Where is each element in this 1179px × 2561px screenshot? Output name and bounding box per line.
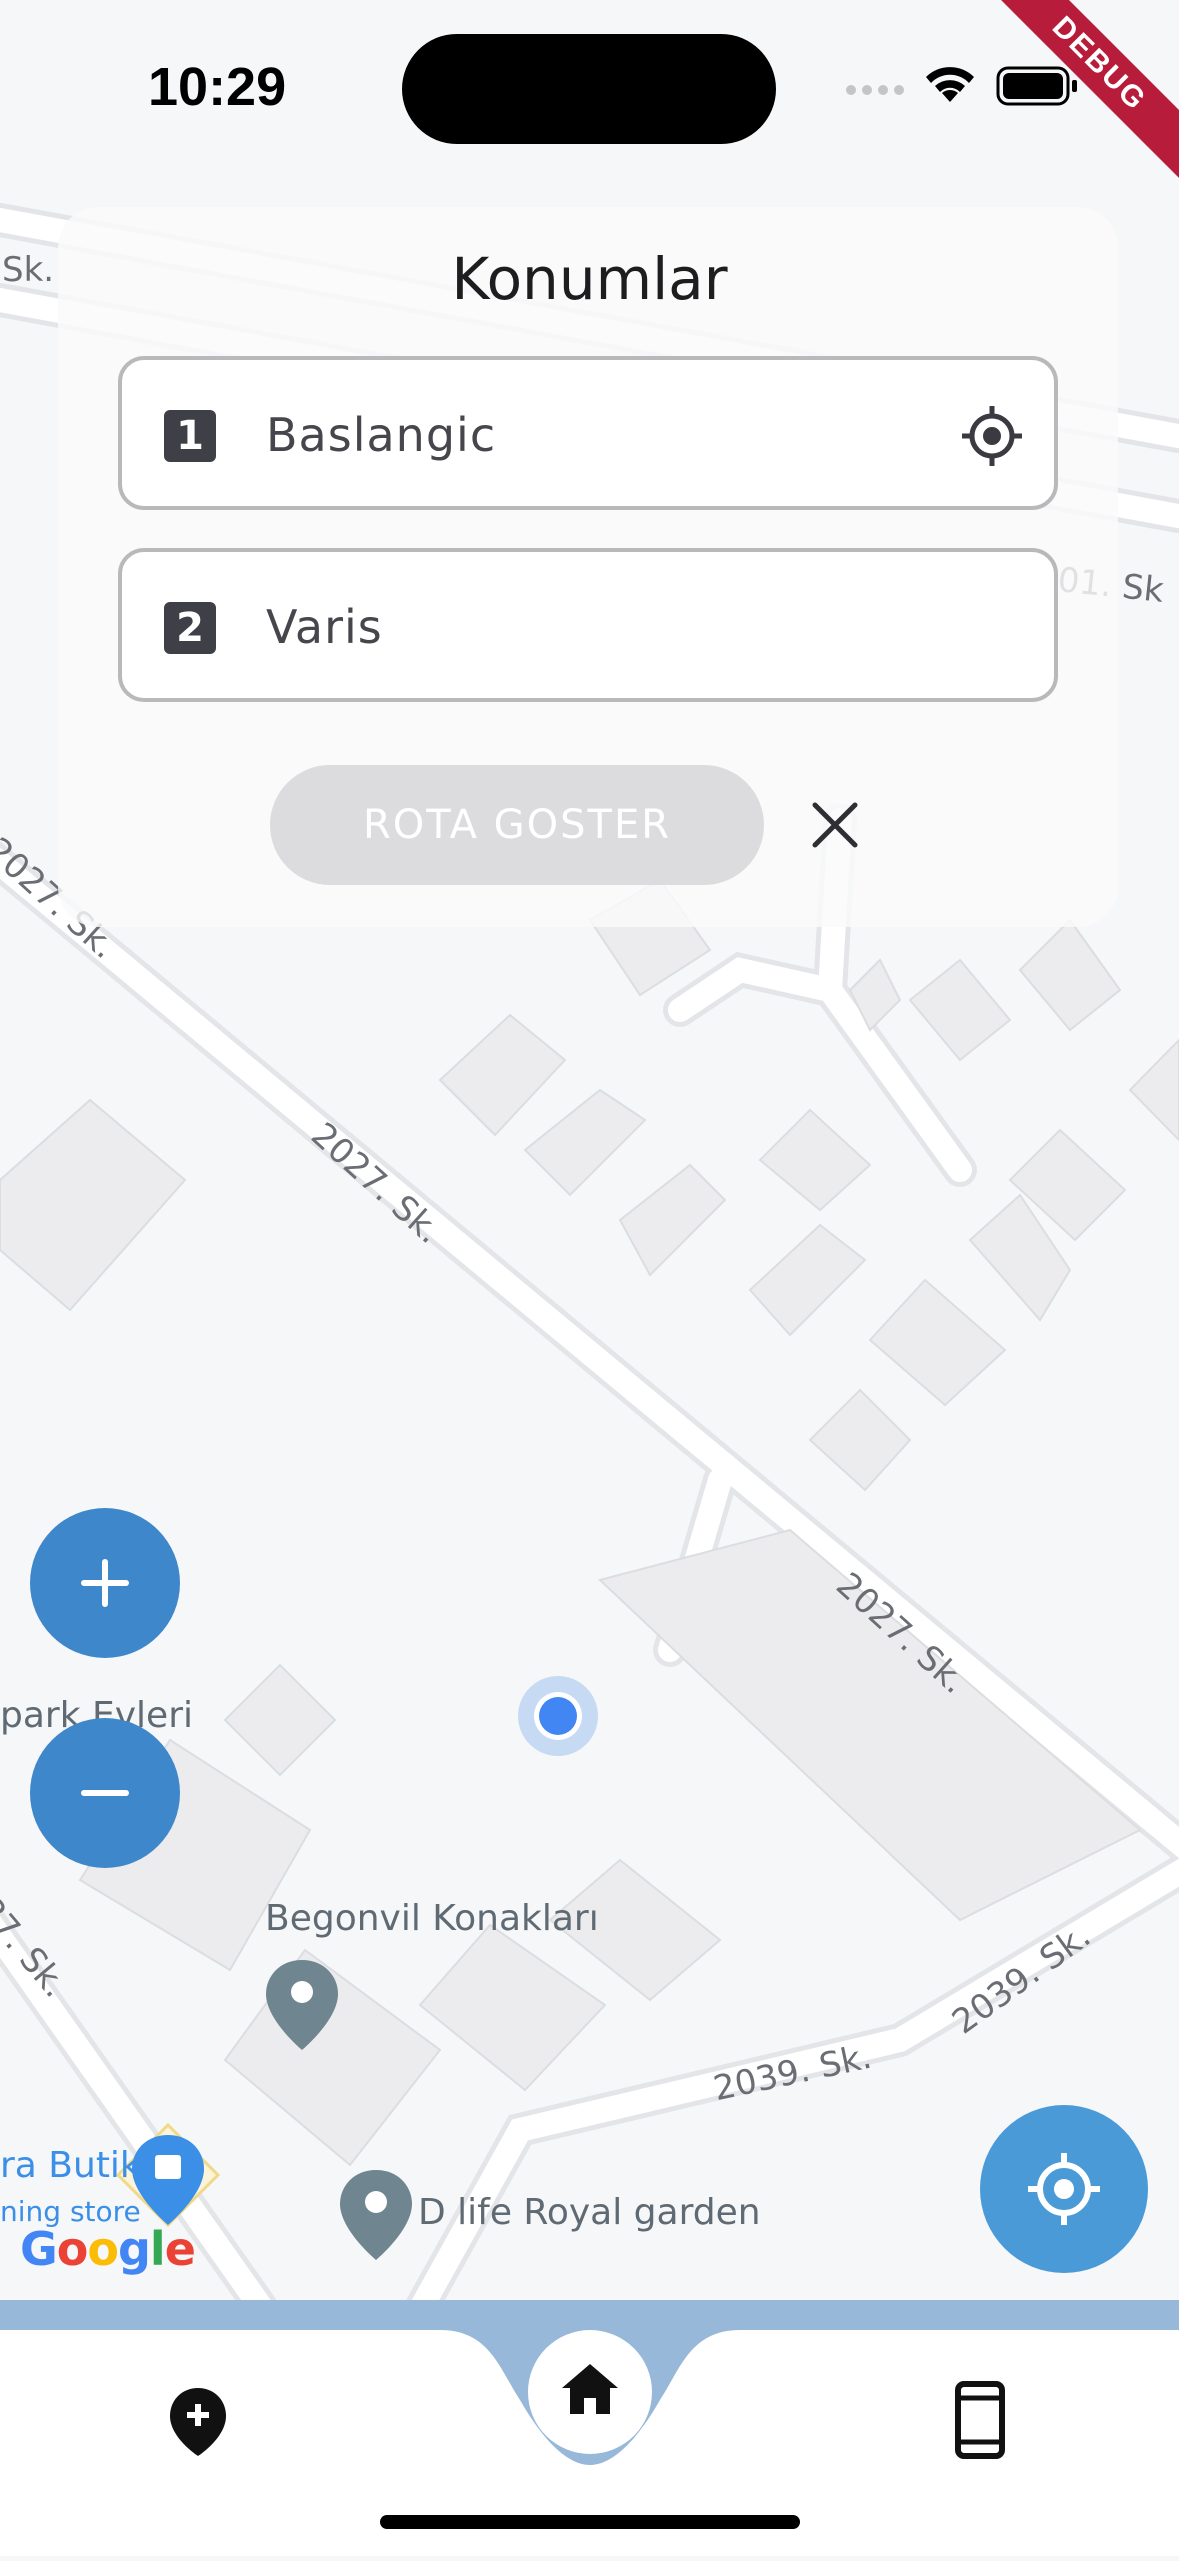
start-location-field[interactable]: 1 Baslangic [118,356,1058,510]
dynamic-island [402,34,776,144]
status-bar: 10:29 DEBUG [0,0,1179,188]
start-location-placeholder: Baslangic [266,408,497,462]
status-time: 10:29 [148,57,287,117]
place-label[interactable]: D life Royal garden [418,2192,761,2233]
minus-icon [81,1790,129,1796]
destination-index-badge: 2 [164,602,216,654]
zoom-in-button[interactable] [30,1508,180,1658]
place-label[interactable]: Begonvil Konakları [265,1898,599,1939]
my-location-button[interactable] [980,2105,1148,2273]
place-label[interactable]: ra Butik [0,2145,141,2186]
destination-placeholder: Varis [266,600,383,654]
add-location-icon [170,2388,226,2456]
show-route-button[interactable]: ROTA GOSTER [270,765,764,885]
battery-icon [996,66,1077,106]
start-index-badge: 1 [164,410,216,462]
plus-icon [81,1559,129,1607]
panel-title: Konumlar [451,245,728,313]
signal-icon [846,85,904,95]
home-indicator [380,2515,800,2529]
google-logo: Google [20,2222,196,2276]
nav-add-location[interactable] [158,2380,238,2460]
home-icon [562,2364,618,2414]
zoom-out-button[interactable] [30,1718,180,1868]
wifi-icon [926,67,974,102]
phone-icon [955,2381,1005,2459]
my-location-icon [1028,2153,1100,2225]
destination-field[interactable]: 2 Varis [118,548,1058,702]
close-icon[interactable] [805,795,865,855]
nav-home[interactable] [528,2330,652,2454]
nav-device[interactable] [950,2378,1010,2462]
target-icon[interactable] [960,404,1024,468]
